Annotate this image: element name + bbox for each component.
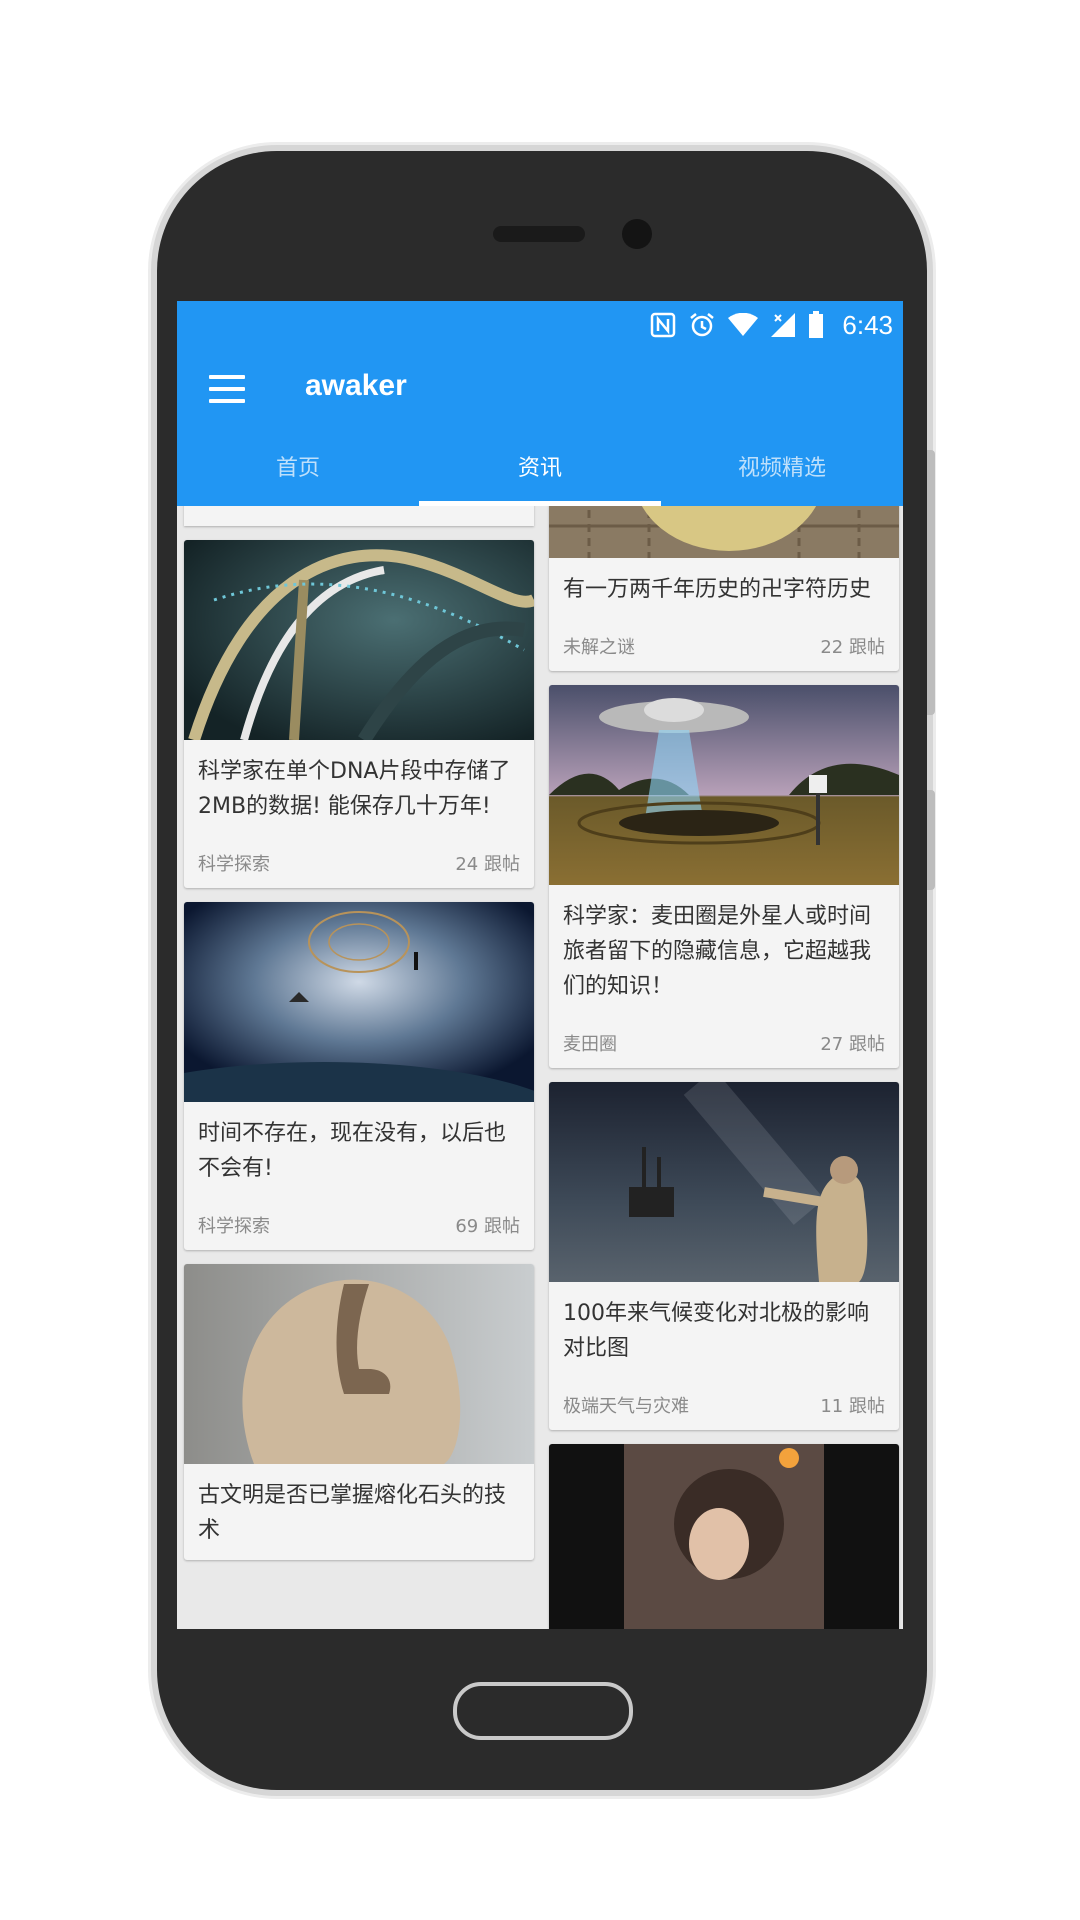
card-reply-count: 22 跟帖: [820, 637, 885, 658]
card-title: 科学家在单个DNA片段中存储了2MB的数据! 能保存几十万年!: [198, 759, 511, 819]
news-card[interactable]: 时间不存在，现在没有，以后也不会有! 科学探索 69 跟帖: [184, 902, 534, 1250]
signal-icon: [770, 312, 796, 338]
news-card[interactable]: 100年来气候变化对北极的影响对比图 极端天气与灾难 11 跟帖: [549, 1082, 899, 1430]
tab-bar: 首页 资讯 视频精选: [177, 431, 903, 506]
arctic-night-image: [549, 1082, 899, 1282]
card-category: 科学探索: [198, 854, 270, 875]
card-category: 未解之谜: [563, 637, 635, 658]
news-card[interactable]: [549, 1444, 899, 1629]
card-reply-count: 27 跟帖: [820, 1034, 885, 1055]
news-card[interactable]: 科学家：麦田圈是外星人或时间旅者留下的隐藏信息，它超越我们的知识！ 麦田圈 27…: [549, 685, 899, 1068]
feed-column-left: 科学家在单个DNA片段中存储了2MB的数据! 能保存几十万年! 科学探索 24 …: [184, 496, 534, 1574]
card-reply-count: 24 跟帖: [455, 854, 520, 875]
nfc-icon: [650, 312, 676, 338]
card-title: 100年来气候变化对北极的影响对比图: [563, 1301, 869, 1361]
news-card[interactable]: 古文明是否已掌握熔化石头的技术: [184, 1264, 534, 1560]
dna-helix-image: [184, 540, 534, 740]
card-title: 古文明是否已掌握熔化石头的技术: [198, 1483, 507, 1543]
tab-home[interactable]: 首页: [177, 431, 419, 506]
battery-icon: [808, 311, 824, 339]
menu-icon[interactable]: [209, 375, 245, 403]
home-button[interactable]: [453, 1682, 633, 1740]
child-video-image: [549, 1444, 899, 1629]
feed-column-right: 有一万两千年历史的卍字符历史 未解之谜 22 跟帖 科学家：麦田圈是外星人或时间…: [549, 426, 899, 1629]
app-title: awaker: [305, 369, 407, 402]
volume-button: [927, 450, 935, 715]
app-bar: 6:43 awaker 首页 资讯 视频精选: [177, 301, 903, 506]
card-category: 极端天气与灾难: [563, 1396, 689, 1417]
wifi-icon: [728, 313, 759, 337]
news-card[interactable]: 科学家在单个DNA片段中存储了2MB的数据! 能保存几十万年! 科学探索 24 …: [184, 540, 534, 888]
card-title: 时间不存在，现在没有，以后也不会有!: [198, 1121, 507, 1181]
toolbar: awaker: [177, 349, 903, 431]
card-category: 麦田圈: [563, 1034, 617, 1055]
ufo-crop-circle-image: [549, 685, 899, 885]
tab-video-picks[interactable]: 视频精选: [661, 431, 903, 506]
news-feed[interactable]: 科学家在单个DNA片段中存储了2MB的数据! 能保存几十万年! 科学探索 24 …: [177, 426, 903, 1629]
power-button: [927, 790, 935, 890]
screen: 6:43 awaker 首页 资讯 视频精选 科学家在单个DNA片段中存储了2M…: [177, 301, 903, 1629]
front-camera: [622, 219, 652, 249]
space-vortex-image: [184, 902, 534, 1102]
alarm-icon: [688, 311, 716, 339]
tab-news[interactable]: 资讯: [419, 431, 661, 506]
status-time: 6:43: [842, 309, 893, 340]
card-reply-count: 11 跟帖: [820, 1396, 885, 1417]
card-title: 科学家：麦田圈是外星人或时间旅者留下的隐藏信息，它超越我们的知识！: [563, 904, 872, 999]
earpiece-speaker: [493, 226, 585, 242]
card-reply-count: 69 跟帖: [455, 1216, 520, 1237]
status-bar: 6:43: [650, 301, 893, 349]
melted-stone-image: [184, 1264, 534, 1464]
card-category: 科学探索: [198, 1216, 270, 1237]
card-title: 有一万两千年历史的卍字符历史: [563, 577, 872, 602]
